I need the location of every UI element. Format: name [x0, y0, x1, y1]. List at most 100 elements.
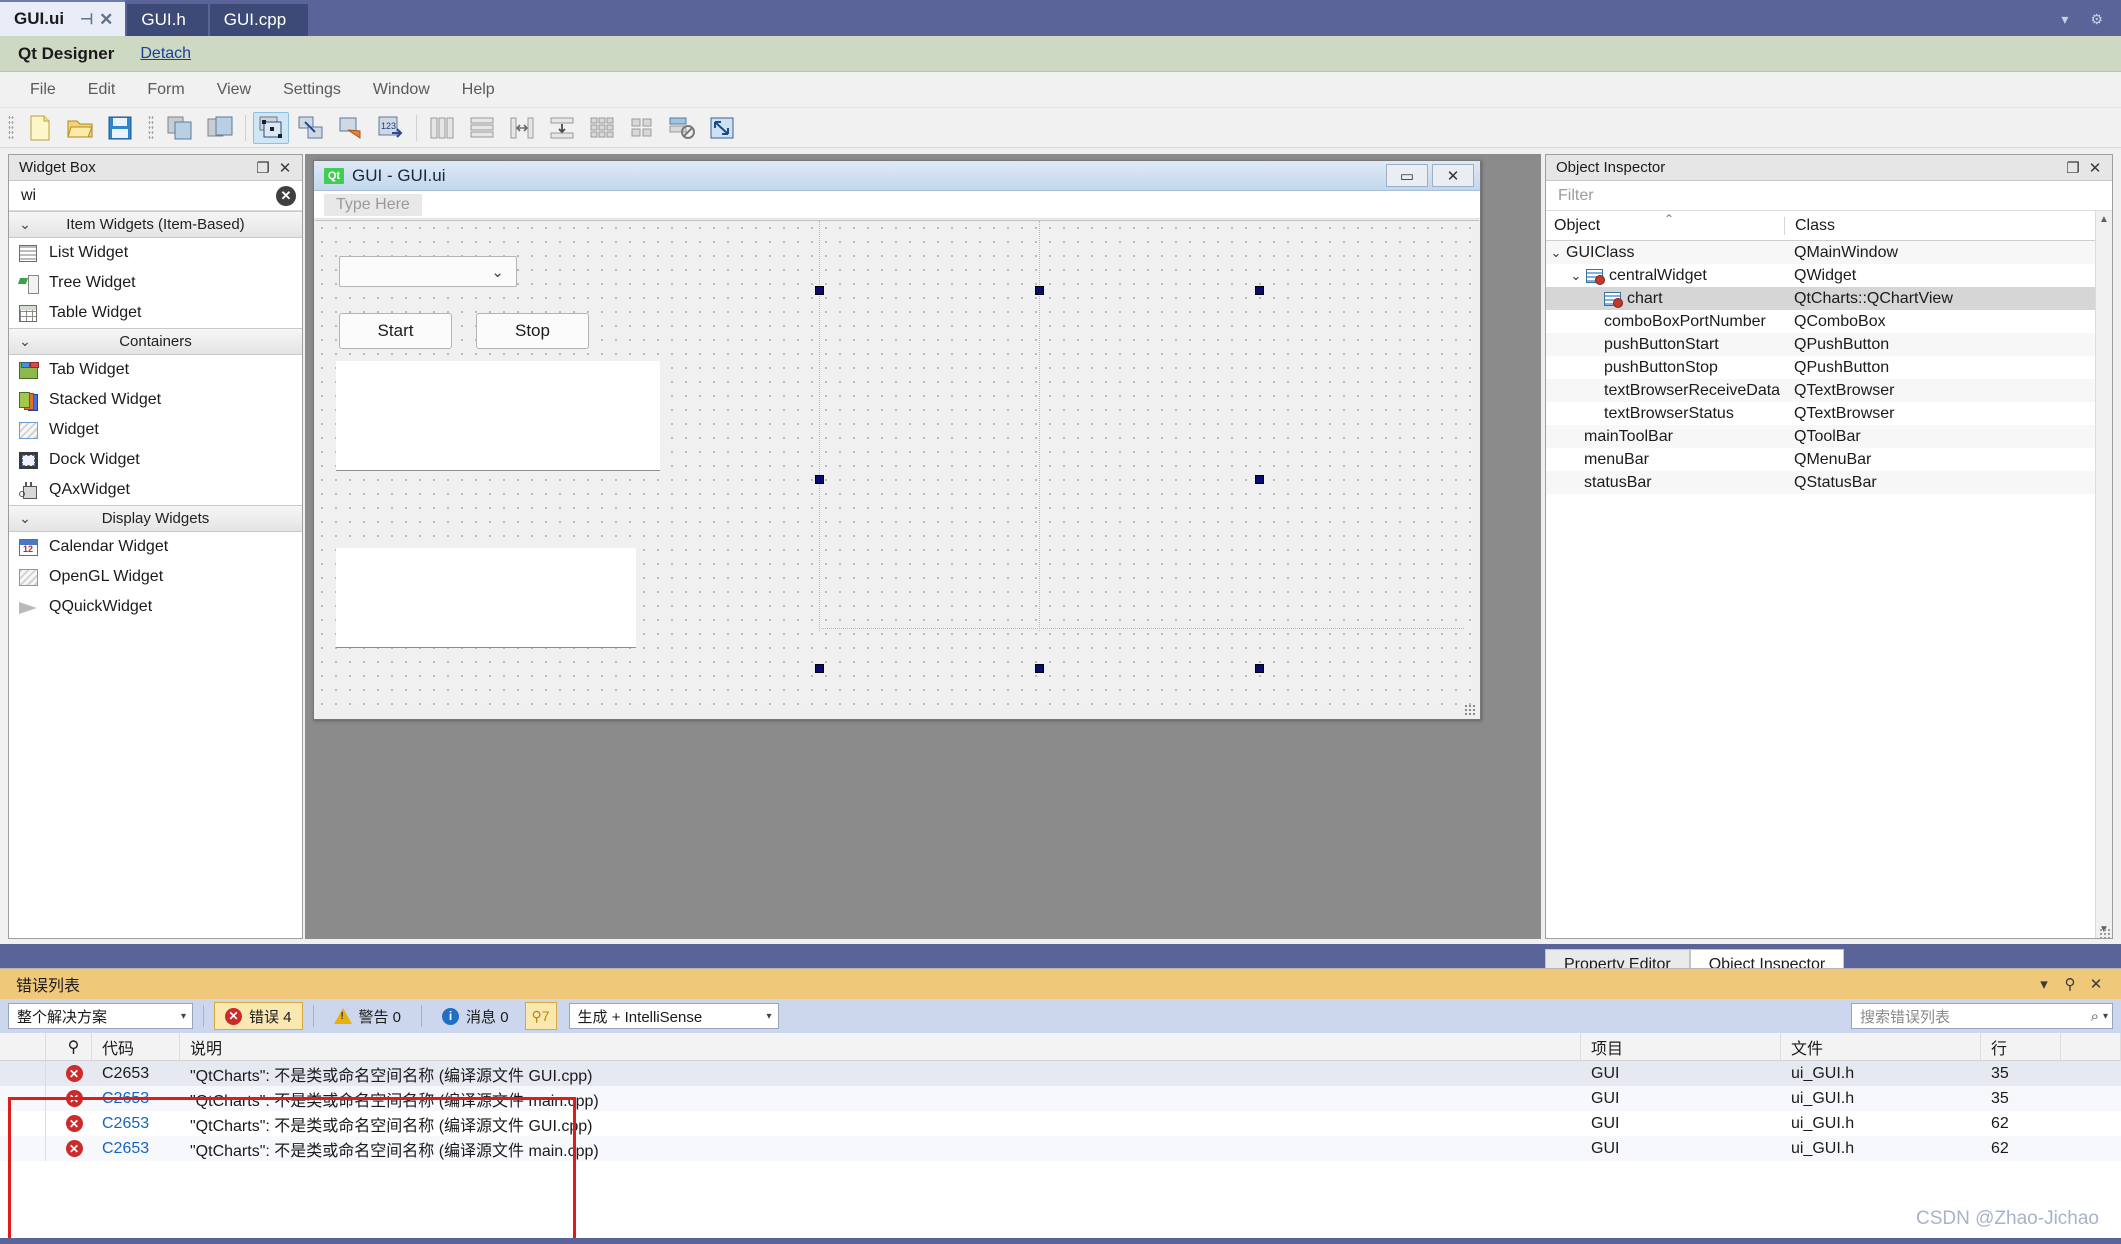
layout-form-icon[interactable]	[624, 112, 660, 144]
text-browser-status[interactable]	[336, 548, 636, 648]
resize-handle[interactable]	[1255, 475, 1264, 484]
warnings-filter-button[interactable]: 警告 0	[324, 1002, 412, 1030]
chevron-down-icon[interactable]: ⌄	[1546, 245, 1566, 261]
widget-group-containers[interactable]: Containers ⌄	[9, 328, 302, 355]
combobox-port-number[interactable]: ⌄	[339, 256, 517, 287]
menu-edit[interactable]: Edit	[72, 81, 132, 99]
resize-handle[interactable]	[1255, 664, 1264, 673]
resize-handle[interactable]	[815, 286, 824, 295]
tab-gui-cpp[interactable]: GUI.cpp	[209, 4, 309, 36]
resize-handle[interactable]	[1035, 286, 1044, 295]
layout-vertically-icon[interactable]	[464, 112, 500, 144]
toolbar-grip[interactable]	[8, 114, 14, 141]
column-header-description[interactable]: 说明	[180, 1032, 1581, 1061]
break-layout-icon[interactable]	[664, 112, 700, 144]
tab-gui-ui[interactable]: GUI.ui ⊣ ✕	[0, 0, 126, 36]
tree-row-statusbar[interactable]: statusBar QStatusBar	[1546, 471, 2112, 494]
error-row[interactable]: ✕ C2653 "QtCharts": 不是类或命名空间名称 (编译源文件 GU…	[0, 1111, 2121, 1136]
float-icon[interactable]: ❐	[2062, 159, 2084, 177]
column-header-class[interactable]: Class	[1784, 216, 2112, 235]
edit-widgets-icon[interactable]	[253, 111, 289, 144]
close-icon[interactable]: ✕	[1432, 164, 1474, 187]
messages-filter-button[interactable]: i 消息 0	[432, 1002, 519, 1030]
menu-view[interactable]: View	[201, 81, 267, 99]
toolbar-grip[interactable]	[148, 114, 154, 141]
menu-file[interactable]: File	[14, 81, 72, 99]
resize-handle[interactable]	[1035, 664, 1044, 673]
error-row[interactable]: ✕ C2653 "QtCharts": 不是类或命名空间名称 (编译源文件 GU…	[0, 1061, 2121, 1086]
copy-icon[interactable]	[162, 112, 198, 144]
clear-filter-icon[interactable]: ✕	[276, 185, 296, 206]
widget-item-dock-widget[interactable]: Dock Widget	[9, 445, 302, 475]
chevron-down-icon[interactable]: ⌄	[1566, 268, 1586, 284]
search-icon[interactable]: ⌕	[2091, 1008, 2099, 1025]
widget-group-display-widgets[interactable]: Display Widgets ⌄	[9, 505, 302, 532]
widget-item-widget[interactable]: Widget	[9, 415, 302, 445]
form-canvas[interactable]: ⌄ Start Stop	[315, 220, 1479, 707]
error-code[interactable]: C2653	[92, 1136, 180, 1161]
close-icon[interactable]: ✕	[2083, 975, 2109, 993]
column-header-project[interactable]: 项目	[1581, 1032, 1781, 1061]
push-button-start[interactable]: Start	[339, 313, 452, 349]
widget-item-tab-widget[interactable]: Tab Widget	[9, 355, 302, 385]
widget-group-item-widgets[interactable]: Item Widgets (Item-Based) ⌄	[9, 211, 302, 238]
widget-item-tree-widget[interactable]: Tree Widget	[9, 268, 302, 298]
menu-window[interactable]: Window	[357, 81, 446, 99]
error-code[interactable]: C2653	[92, 1111, 180, 1136]
tab-gui-h[interactable]: GUI.h	[127, 4, 208, 36]
widget-item-opengl-widget[interactable]: OpenGL Widget	[9, 562, 302, 592]
layout-grid-icon[interactable]	[584, 112, 620, 144]
tree-row-textbrowserstatus[interactable]: textBrowserStatus QTextBrowser	[1546, 402, 2112, 425]
tree-row-guiclass[interactable]: ⌄ GUIClass QMainWindow	[1546, 241, 2112, 264]
edit-signals-slots-icon[interactable]	[293, 112, 329, 144]
column-header-line[interactable]: 行	[1981, 1032, 2061, 1061]
resize-handle[interactable]	[1255, 286, 1264, 295]
resize-handle[interactable]	[815, 475, 824, 484]
minimize-icon[interactable]: ▭	[1386, 164, 1428, 187]
column-header-code[interactable]: 代码	[92, 1032, 180, 1061]
adjust-size-icon[interactable]	[704, 112, 740, 144]
scope-select[interactable]: 整个解决方案 ▾	[8, 1003, 193, 1029]
error-code[interactable]: C2653	[92, 1061, 180, 1086]
open-folder-icon[interactable]	[62, 112, 98, 144]
errors-filter-button[interactable]: ✕ 错误 4	[214, 1002, 303, 1030]
object-inspector-scrollbar[interactable]: ▲ ▼	[2095, 211, 2112, 938]
chevron-down-icon[interactable]: ▾	[2061, 11, 2068, 28]
column-header-file[interactable]: 文件	[1781, 1032, 1981, 1061]
intellisense-filter-icon[interactable]: ⚲7	[524, 1002, 557, 1030]
tree-row-pushbuttonstart[interactable]: pushButtonStart QPushButton	[1546, 333, 2112, 356]
widget-item-qquick-widget[interactable]: QQuickWidget	[9, 592, 302, 622]
tree-row-textbrowserreceivedata[interactable]: textBrowserReceiveData QTextBrowser	[1546, 379, 2112, 402]
error-row[interactable]: ✕ C2653 "QtCharts": 不是类或命名空间名称 (编译源文件 ma…	[0, 1136, 2121, 1161]
widget-item-list-widget[interactable]: List Widget	[9, 238, 302, 268]
gear-icon[interactable]: ⚙	[2090, 11, 2103, 28]
tree-row-comboboxportnumber[interactable]: comboBoxPortNumber QComboBox	[1546, 310, 2112, 333]
widget-item-calendar-widget[interactable]: 12 Calendar Widget	[9, 532, 302, 562]
menu-form[interactable]: Form	[131, 81, 200, 99]
tree-row-pushbuttonstop[interactable]: pushButtonStop QPushButton	[1546, 356, 2112, 379]
new-form-icon[interactable]	[22, 112, 58, 144]
close-icon[interactable]: ✕	[99, 11, 113, 28]
error-row[interactable]: ✕ C2653 "QtCharts": 不是类或命名空间名称 (编译源文件 ma…	[0, 1086, 2121, 1111]
paste-icon[interactable]	[202, 112, 238, 144]
widget-filter-input[interactable]	[19, 185, 272, 206]
widget-item-table-widget[interactable]: Table Widget	[9, 298, 302, 328]
detach-link[interactable]: Detach	[140, 45, 191, 63]
menubar-type-here-placeholder[interactable]: Type Here	[324, 193, 422, 216]
float-icon[interactable]: ❐	[252, 159, 274, 177]
layout-splitter-horizontal-icon[interactable]	[504, 112, 540, 144]
chevron-down-icon[interactable]: ▾	[2031, 975, 2057, 993]
chevron-down-icon[interactable]: ▾	[2103, 1011, 2108, 1022]
resize-handle[interactable]	[815, 664, 824, 673]
menu-settings[interactable]: Settings	[267, 81, 357, 99]
error-search-box[interactable]: 搜索错误列表 ⌕ ▾	[1851, 1003, 2113, 1029]
menu-help[interactable]: Help	[446, 81, 511, 99]
build-filter-select[interactable]: 生成 + IntelliSense ▾	[568, 1003, 779, 1029]
tree-row-maintoolbar[interactable]: mainToolBar QToolBar	[1546, 425, 2112, 448]
text-browser-receive-data[interactable]	[336, 361, 660, 471]
tree-row-centralwidget[interactable]: ⌄ centralWidget QWidget	[1546, 264, 2112, 287]
error-code[interactable]: C2653	[92, 1086, 180, 1111]
column-header-pin[interactable]: ⚲	[46, 1032, 92, 1061]
tree-row-menubar[interactable]: menuBar QMenuBar	[1546, 448, 2112, 471]
object-filter-input[interactable]	[1556, 185, 2102, 206]
